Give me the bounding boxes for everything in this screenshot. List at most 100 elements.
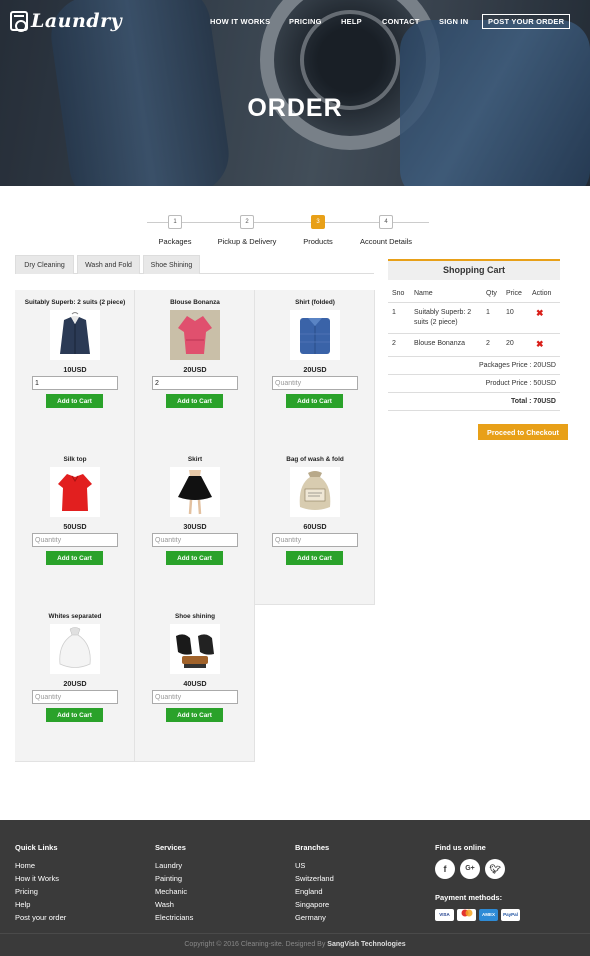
footer-link-us[interactable]: US bbox=[295, 859, 334, 872]
product-price: 40USD bbox=[183, 679, 207, 688]
product-name: Whites separated bbox=[48, 613, 102, 620]
facebook-icon[interactable]: f bbox=[435, 859, 455, 879]
cart-col-name: Name bbox=[410, 286, 482, 303]
quantity-input[interactable] bbox=[272, 376, 358, 390]
nav-contact[interactable]: CONTACT bbox=[382, 17, 420, 26]
product-name: Bag of wash & fold bbox=[286, 456, 344, 463]
silk-top-icon bbox=[50, 467, 100, 517]
cart-title: Shopping Cart bbox=[388, 259, 560, 280]
footer-link-help[interactable]: Help bbox=[15, 898, 66, 911]
packages-price: Packages Price : 20USD bbox=[388, 357, 560, 375]
category-tabs: Dry Cleaning Wash and Fold Shoe Shining bbox=[15, 255, 374, 274]
mastercard-icon bbox=[457, 909, 476, 921]
cart-total: Total : 70USD bbox=[388, 393, 560, 411]
product-price: 10USD bbox=[63, 365, 87, 374]
page-title: ORDER bbox=[247, 94, 343, 122]
product-price: 20USD bbox=[183, 365, 207, 374]
footer-link-mechanic[interactable]: Mechanic bbox=[155, 885, 193, 898]
cart-col-action: Action bbox=[528, 286, 560, 303]
product-name: Skirt bbox=[187, 456, 203, 463]
footer-link-laundry[interactable]: Laundry bbox=[155, 859, 193, 872]
blouse-icon bbox=[170, 310, 220, 360]
footer-link-england[interactable]: England bbox=[295, 885, 334, 898]
add-to-cart-button[interactable]: Add to Cart bbox=[46, 551, 103, 565]
quantity-input[interactable] bbox=[32, 690, 118, 704]
cart-col-sno: Sno bbox=[388, 286, 410, 303]
add-to-cart-button[interactable]: Add to Cart bbox=[286, 394, 343, 408]
product-price: 30USD bbox=[183, 522, 207, 531]
table-row: 2 Blouse Bonanza 2 20 ✖ bbox=[388, 333, 560, 357]
cart-col-price: Price bbox=[502, 286, 528, 303]
remove-icon[interactable]: ✖ bbox=[536, 308, 544, 318]
quantity-input[interactable] bbox=[272, 533, 358, 547]
paypal-icon: PayPal bbox=[501, 909, 520, 921]
remove-icon[interactable]: ✖ bbox=[536, 339, 544, 349]
nav-help[interactable]: HELP bbox=[341, 17, 362, 26]
product-card: Whites separated 20USD Add to Cart bbox=[15, 604, 135, 762]
google-plus-icon[interactable]: G+ bbox=[460, 859, 480, 879]
post-order-button[interactable]: POST YOUR ORDER bbox=[482, 14, 571, 29]
footer-social: Find us online f G+ 🐦︎ Payment methods: … bbox=[435, 843, 520, 921]
top-nav: HOW IT WORKS PRICING HELP CONTACT SIGN I… bbox=[0, 14, 590, 30]
step-packages[interactable]: 1 Packages bbox=[145, 213, 205, 246]
nav-how-it-works[interactable]: HOW IT WORKS bbox=[210, 17, 270, 26]
add-to-cart-button[interactable]: Add to Cart bbox=[46, 394, 103, 408]
shopping-cart: Shopping Cart Sno Name Qty Price Action … bbox=[388, 259, 560, 411]
tab-wash-and-fold[interactable]: Wash and Fold bbox=[77, 255, 140, 274]
quantity-input[interactable] bbox=[152, 690, 238, 704]
product-card: Blouse Bonanza 20USD Add to Cart bbox=[135, 290, 255, 448]
shirt-icon bbox=[290, 310, 340, 360]
add-to-cart-button[interactable]: Add to Cart bbox=[166, 394, 223, 408]
product-name: Silk top bbox=[63, 456, 87, 463]
product-card: Bag of wash & fold 60USD Add to Cart bbox=[255, 447, 375, 605]
product-price: 20USD bbox=[303, 365, 327, 374]
product-card: Suitably Superb: 2 suits (2 piece) 10USD… bbox=[15, 290, 135, 448]
add-to-cart-button[interactable]: Add to Cart bbox=[166, 708, 223, 722]
cart-header-row: Sno Name Qty Price Action bbox=[388, 286, 560, 303]
copyright: Copyright © 2016 Cleaning-site. Designed… bbox=[184, 941, 406, 948]
proceed-to-checkout-button[interactable]: Proceed to Checkout bbox=[478, 424, 568, 440]
nav-sign-in[interactable]: SIGN IN bbox=[439, 17, 468, 26]
tab-dry-cleaning[interactable]: Dry Cleaning bbox=[15, 255, 74, 274]
amex-icon: AMEX bbox=[479, 909, 498, 921]
footer-link-singapore[interactable]: Singapore bbox=[295, 898, 334, 911]
cart-table: Sno Name Qty Price Action 1 Suitably Sup… bbox=[388, 286, 560, 357]
step-products[interactable]: 3 Products bbox=[293, 213, 343, 246]
footer-link-how-it-works[interactable]: How it Works bbox=[15, 872, 66, 885]
footer-link-home[interactable]: Home bbox=[15, 859, 66, 872]
add-to-cart-button[interactable]: Add to Cart bbox=[286, 551, 343, 565]
product-card: Shoe shining 40USD Add to Cart bbox=[135, 604, 255, 762]
quantity-input[interactable] bbox=[32, 376, 118, 390]
quantity-input[interactable] bbox=[32, 533, 118, 547]
order-stepper: 1 Packages 2 Pickup & Delivery 3 Product… bbox=[0, 213, 590, 253]
footer-link-painting[interactable]: Painting bbox=[155, 872, 193, 885]
skirt-icon bbox=[170, 467, 220, 517]
product-price-total: Product Price : 50USD bbox=[388, 375, 560, 393]
footer-link-electricians[interactable]: Electricians bbox=[155, 911, 193, 924]
add-to-cart-button[interactable]: Add to Cart bbox=[46, 708, 103, 722]
step-account-details[interactable]: 4 Account Details bbox=[351, 213, 421, 246]
step-pickup-delivery[interactable]: 2 Pickup & Delivery bbox=[207, 213, 287, 246]
footer-link-switzerland[interactable]: Switzerland bbox=[295, 872, 334, 885]
twitter-icon[interactable]: 🐦︎ bbox=[485, 859, 505, 879]
hero-banner: Laundry HOW IT WORKS PRICING HELP CONTAC… bbox=[0, 0, 590, 186]
nav-pricing[interactable]: PRICING bbox=[289, 17, 322, 26]
add-to-cart-button[interactable]: Add to Cart bbox=[166, 551, 223, 565]
footer-link-germany[interactable]: Germany bbox=[295, 911, 334, 924]
footer-link-post-order[interactable]: Post your order bbox=[15, 911, 66, 924]
footer-link-pricing[interactable]: Pricing bbox=[15, 885, 66, 898]
product-card: Silk top 50USD Add to Cart bbox=[15, 447, 135, 605]
table-row: 1 Suitably Superb: 2 suits (2 piece) 1 1… bbox=[388, 302, 560, 334]
cart-col-qty: Qty bbox=[482, 286, 502, 303]
footer-quick-links: Quick Links Home How it Works Pricing He… bbox=[15, 843, 67, 924]
footer-services: Services Laundry Painting Mechanic Wash … bbox=[155, 843, 194, 924]
footer-link-wash[interactable]: Wash bbox=[155, 898, 193, 911]
product-price: 60USD bbox=[303, 522, 327, 531]
product-name: Suitably Superb: 2 suits (2 piece) bbox=[24, 299, 126, 306]
product-name: Blouse Bonanza bbox=[170, 299, 220, 306]
visa-icon: VISA bbox=[435, 909, 454, 921]
white-bag-icon bbox=[50, 624, 100, 674]
quantity-input[interactable] bbox=[152, 376, 238, 390]
quantity-input[interactable] bbox=[152, 533, 238, 547]
tab-shoe-shining[interactable]: Shoe Shining bbox=[143, 255, 200, 274]
